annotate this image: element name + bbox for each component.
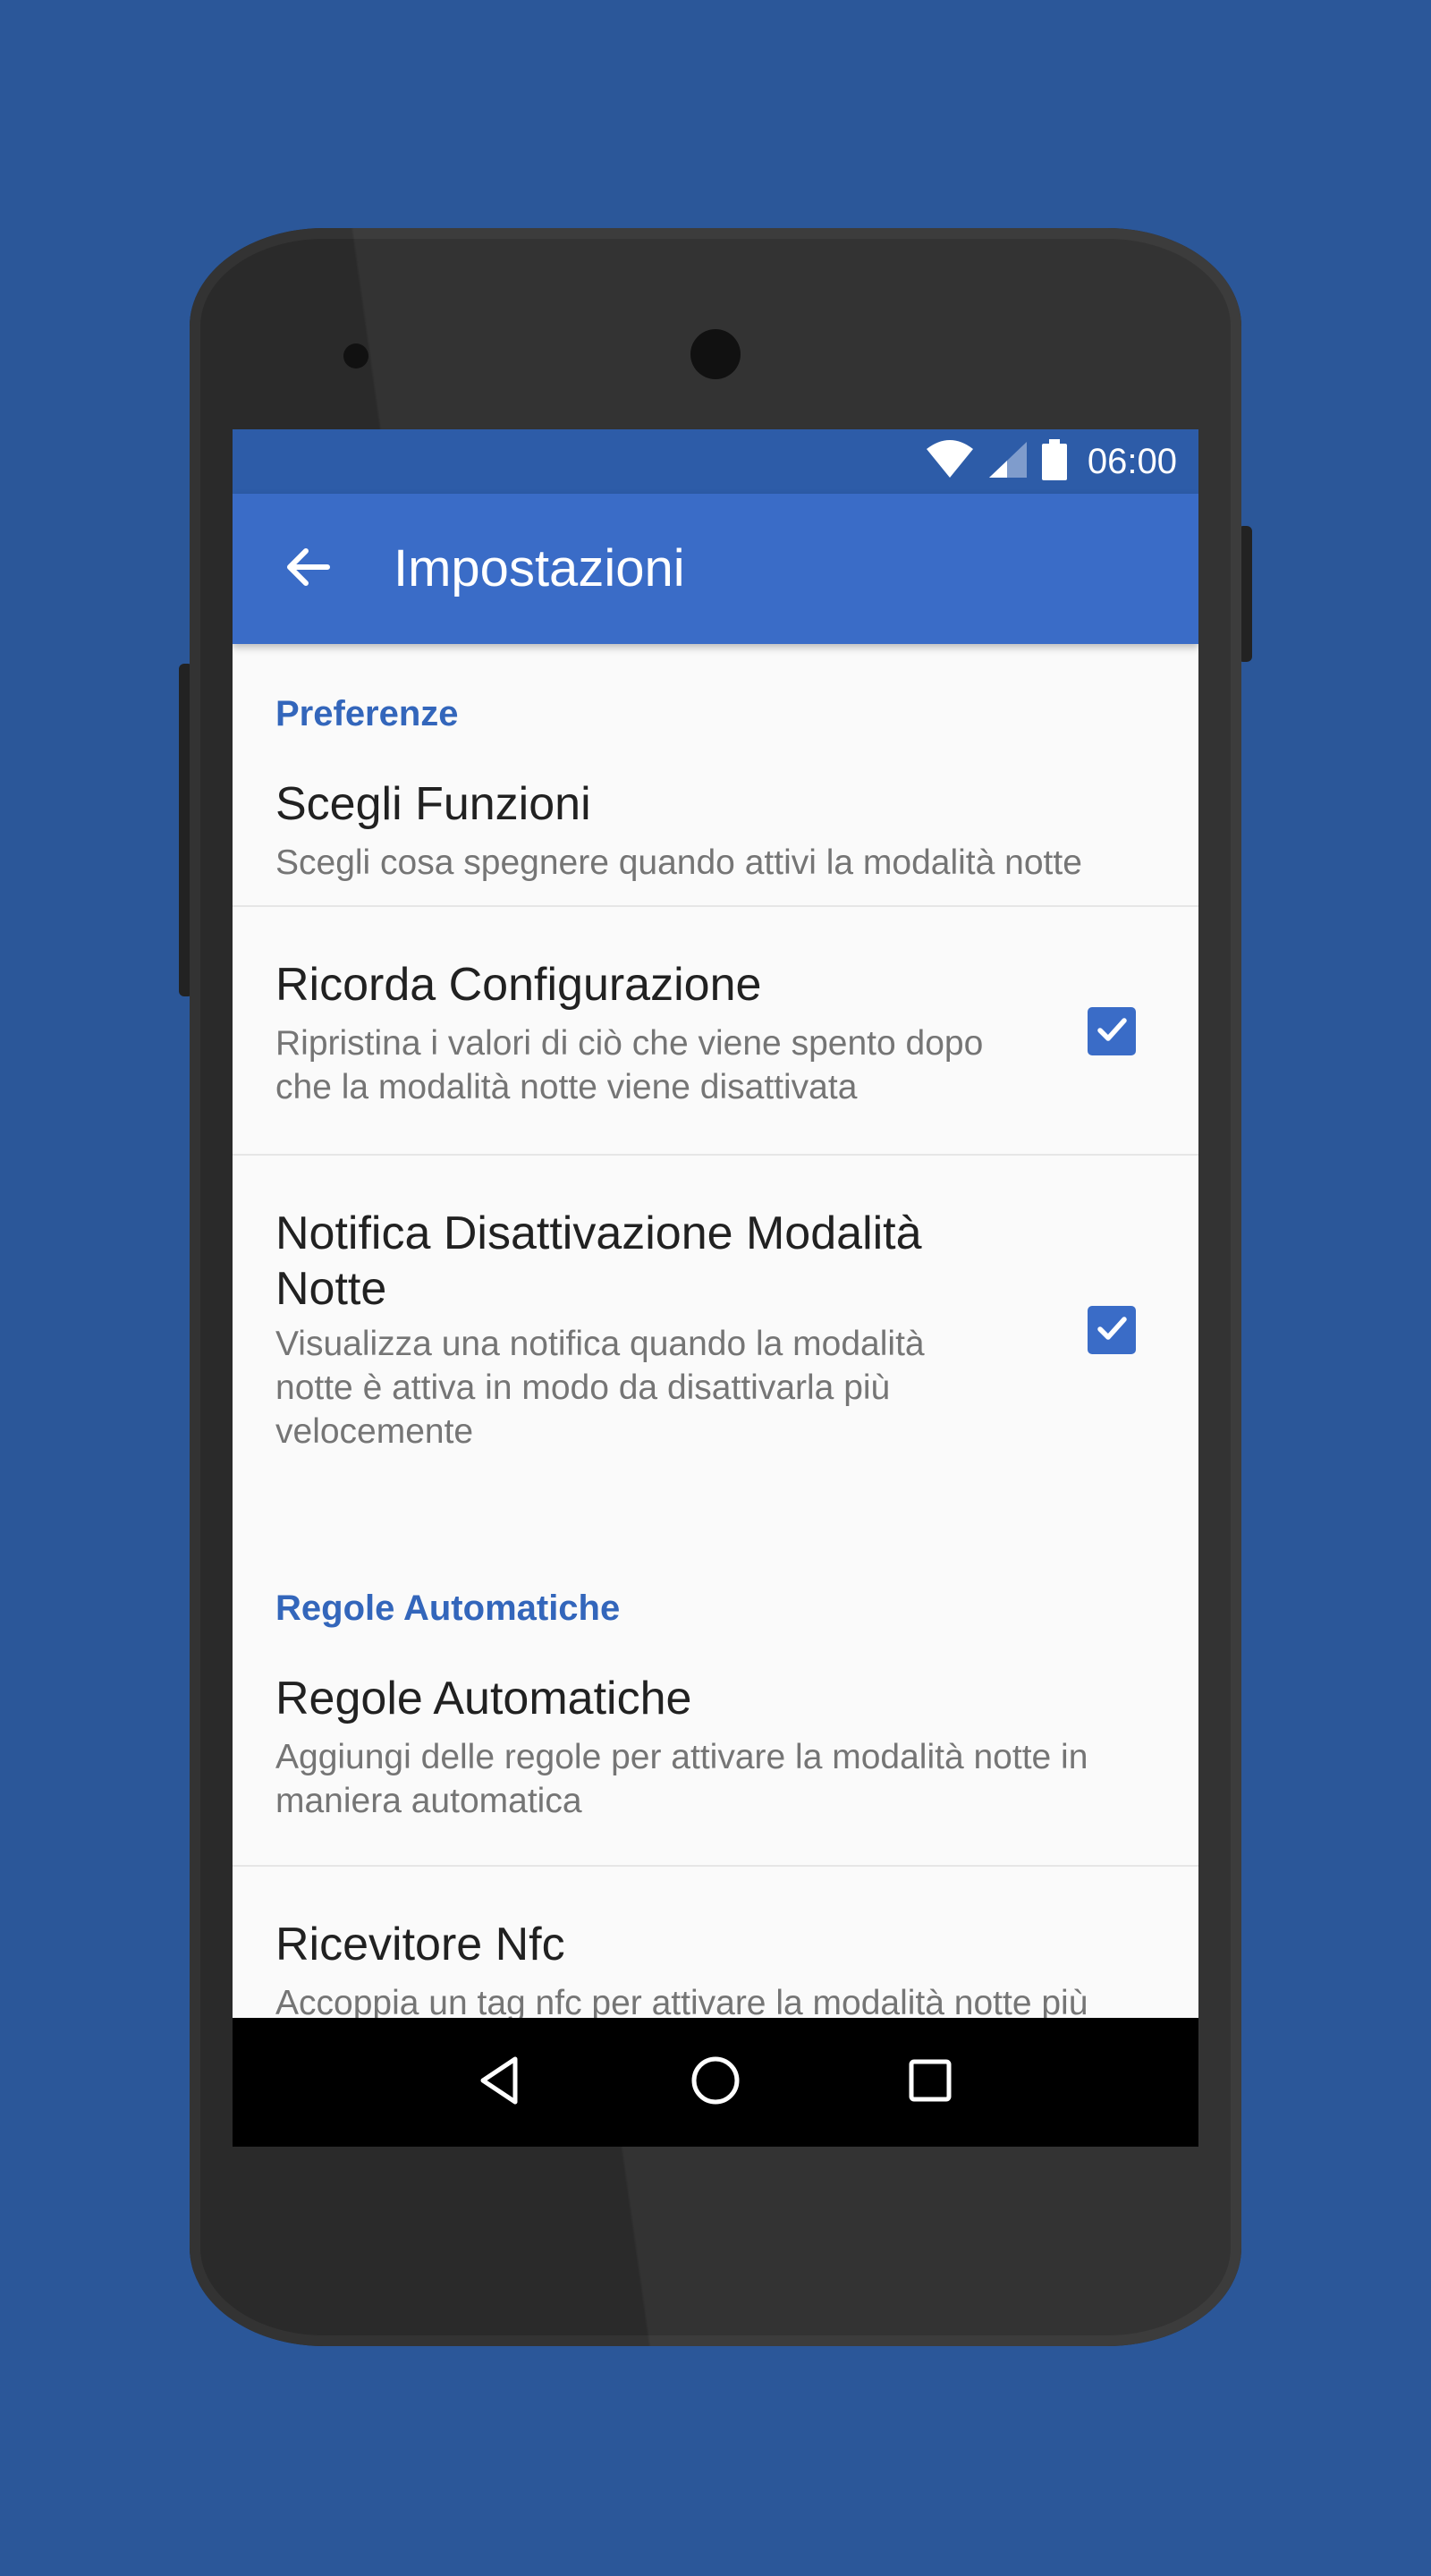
pref-title: Ricevitore Nfc xyxy=(275,1919,565,1970)
back-button[interactable] xyxy=(265,526,351,612)
check-icon xyxy=(1094,1310,1130,1351)
recents-square-icon xyxy=(903,2054,957,2112)
pref-item-regole-automatiche[interactable]: Regole Automatiche Aggiungi delle regole… xyxy=(233,1646,1198,1864)
front-camera xyxy=(690,329,741,379)
pref-summary: Aggiungi delle regole per attivare la mo… xyxy=(275,1738,1088,1820)
check-icon xyxy=(1094,1012,1130,1052)
pref-summary: Scegli cosa spegnere quando attivi la mo… xyxy=(275,843,1082,882)
page-title: Impostazioni xyxy=(394,539,685,597)
back-triangle-icon xyxy=(474,2054,528,2112)
status-time: 06:00 xyxy=(1087,441,1177,481)
arrow-back-icon xyxy=(283,542,333,597)
notification-checkbox[interactable] xyxy=(1088,1306,1136,1354)
pref-summary: Visualizza una notifica quando la modali… xyxy=(275,1325,925,1451)
home-circle-icon xyxy=(689,2054,742,2112)
pref-item-ricevitore-nfc[interactable]: Ricevitore Nfc Accoppia un tag nfc per a… xyxy=(233,1867,1198,2018)
pref-summary: Ripristina i valori di ciò che viene spe… xyxy=(275,1024,984,1106)
status-bar: 06:00 xyxy=(233,429,1198,494)
pref-item-ricorda-configurazione[interactable]: Ricorda Configurazione Ripristina i valo… xyxy=(233,907,1198,1154)
pref-title: Notifica Disattivazione Modalità Notte xyxy=(275,1208,922,1315)
nav-recents-button[interactable] xyxy=(885,2038,975,2127)
signal-icon xyxy=(987,440,1029,484)
battery-icon xyxy=(1041,438,1068,485)
nav-home-button[interactable] xyxy=(671,2038,760,2127)
wifi-icon xyxy=(925,439,975,484)
app-bar: Impostazioni xyxy=(233,494,1198,644)
navigation-bar xyxy=(233,2018,1198,2147)
pref-title: Regole Automatiche xyxy=(275,1673,692,1724)
front-sensor xyxy=(343,343,368,369)
pref-title: Ricorda Configurazione xyxy=(275,959,762,1011)
section-header-preferenze: Preferenze xyxy=(275,694,459,733)
pref-summary: Accoppia un tag nfc per attivare la moda… xyxy=(275,1984,1088,2018)
pref-item-notifica-disattivazione[interactable]: Notifica Disattivazione Modalità Notte V… xyxy=(233,1156,1198,1496)
pref-item-scegli-funzioni[interactable]: Scegli Funzioni Scegli cosa spegnere qua… xyxy=(233,751,1198,905)
pref-title: Scegli Funzioni xyxy=(275,778,591,830)
settings-list: Preferenze Scegli Funzioni Scegli cosa s… xyxy=(233,644,1198,2018)
remember-config-checkbox[interactable] xyxy=(1088,1007,1136,1055)
nav-back-button[interactable] xyxy=(456,2038,546,2127)
section-header-regole-automatiche: Regole Automatiche xyxy=(275,1589,621,1628)
device-screen: 06:00 Impostazioni Preferenze Scegli Fun… xyxy=(233,429,1198,2147)
